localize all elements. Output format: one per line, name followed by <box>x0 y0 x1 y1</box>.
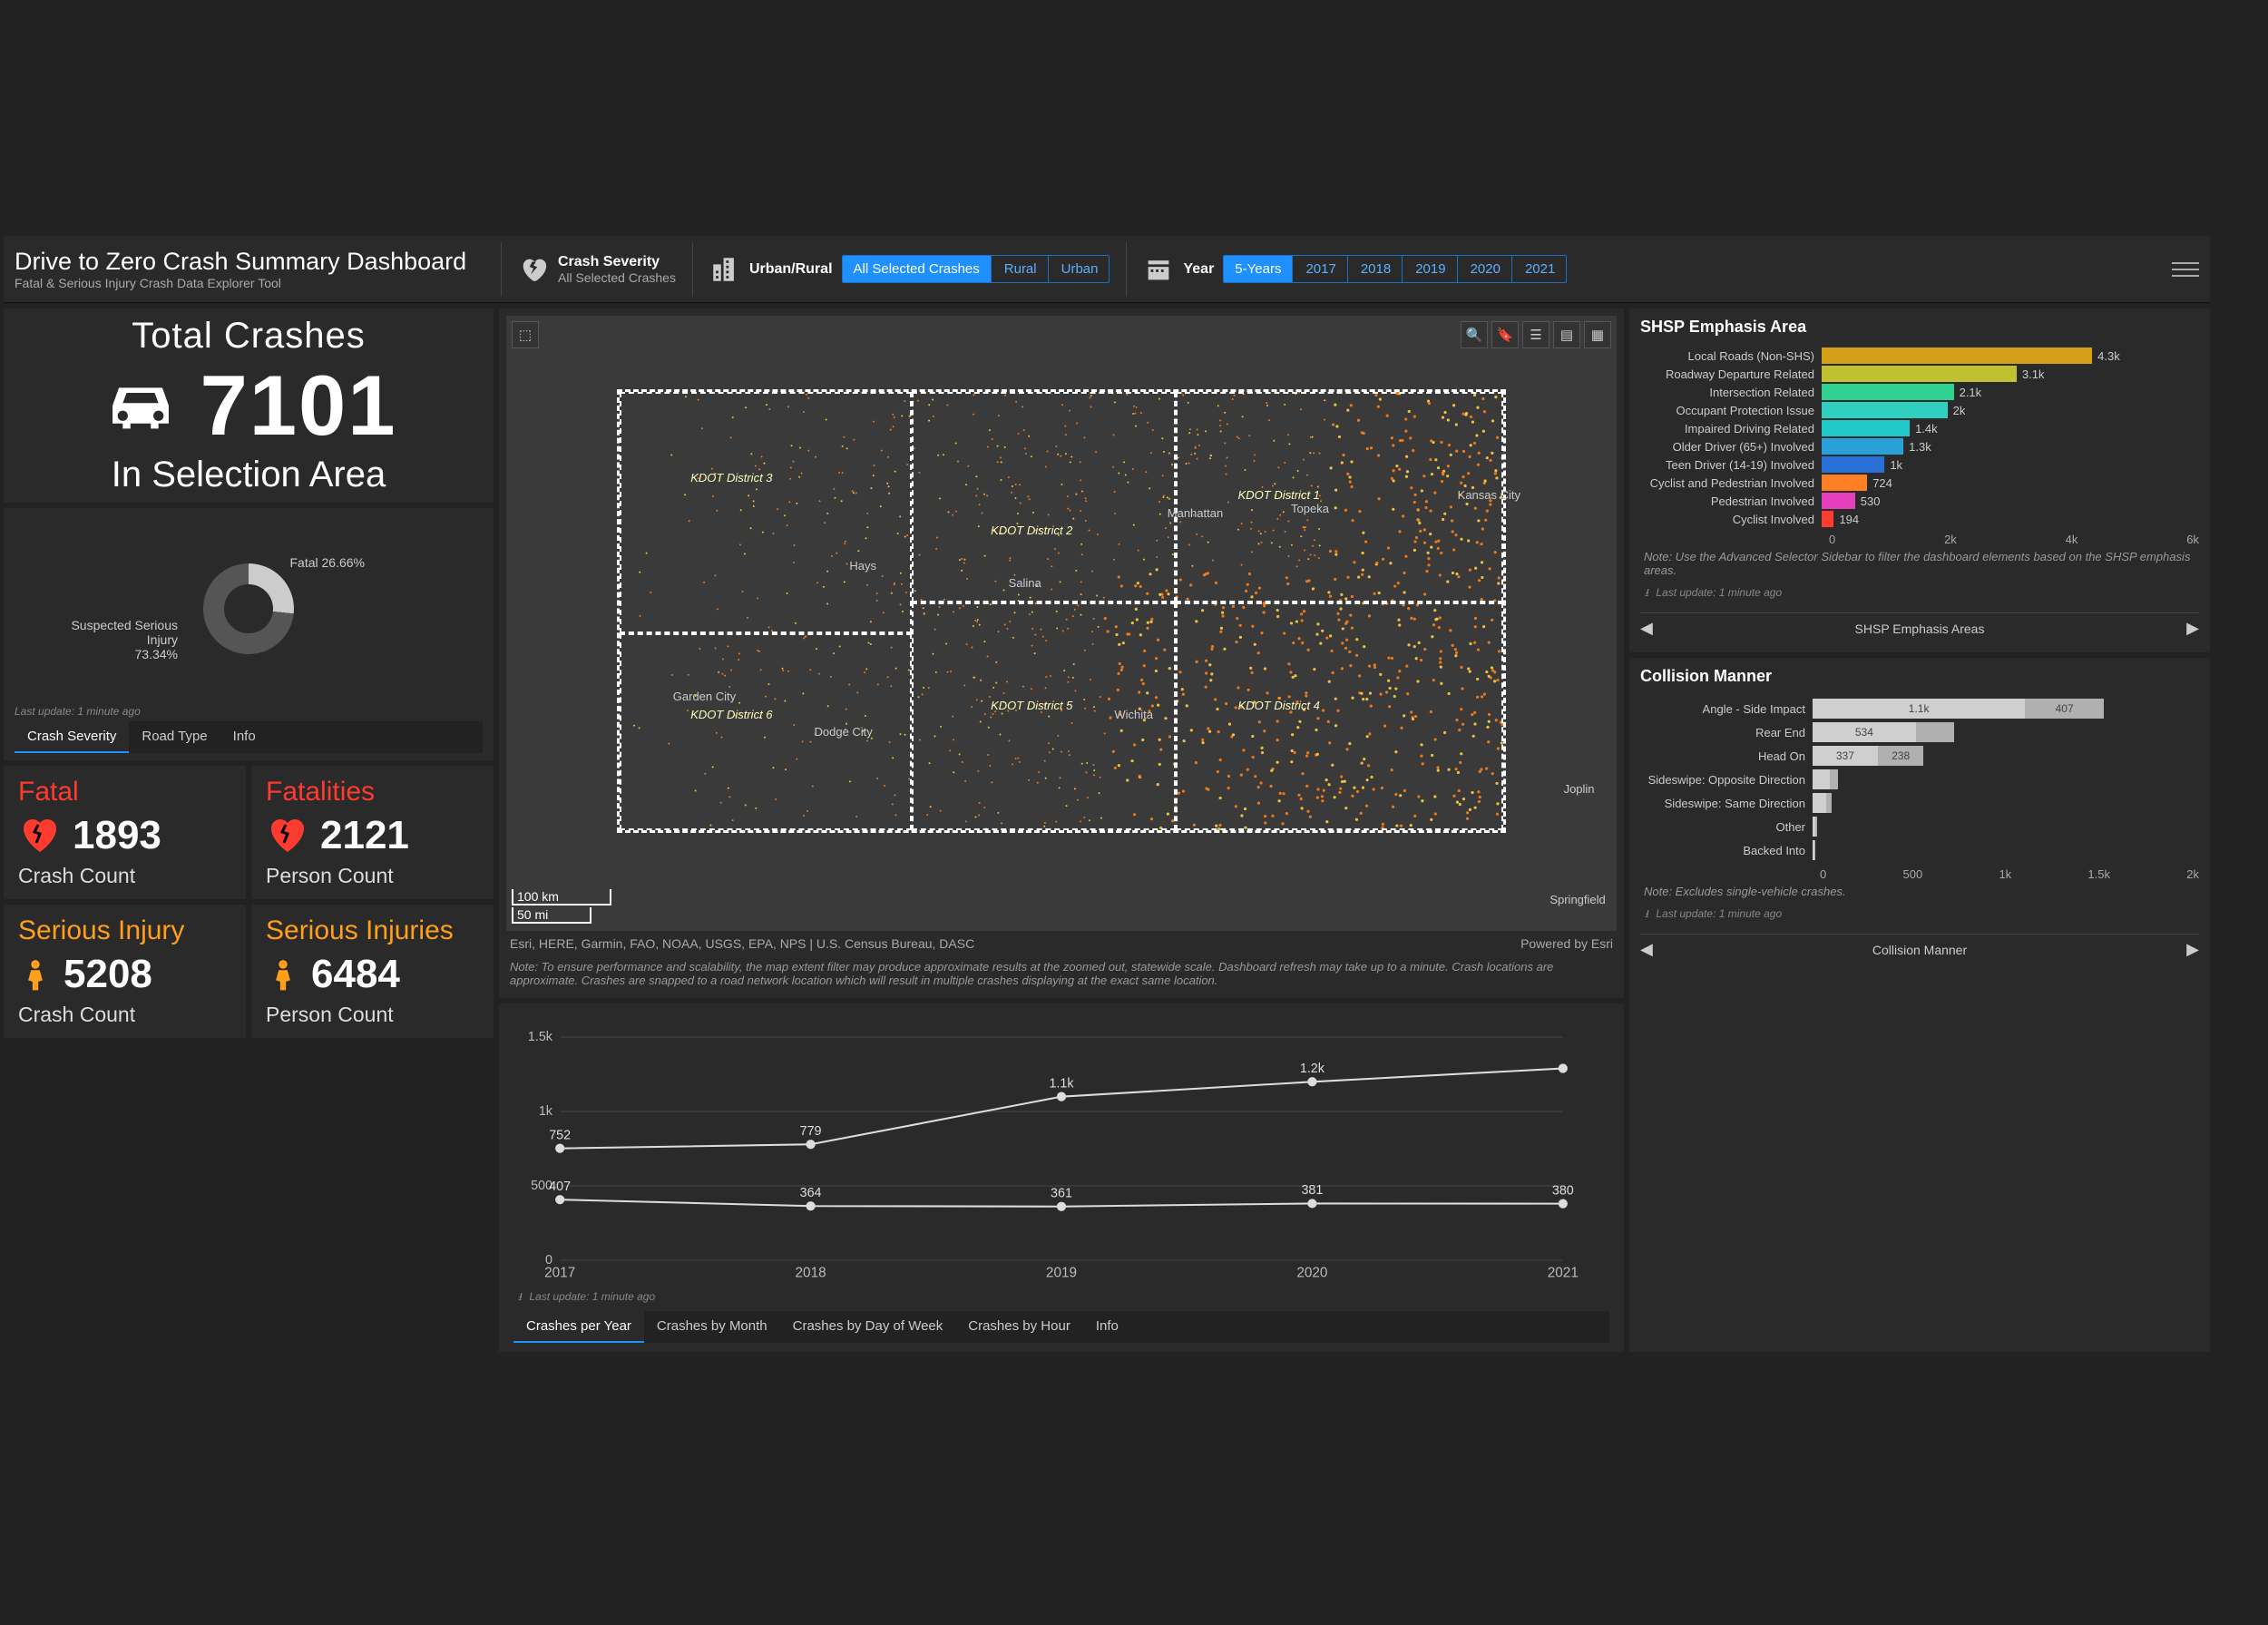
shsp-bar-chart[interactable]: Local Roads (Non-SHS) 4.3kRoadway Depart… <box>1640 346 2199 529</box>
year-label: Year <box>1183 261 1214 278</box>
svg-text:2018: 2018 <box>796 1265 826 1280</box>
collision-pager-label: Collision Manner <box>1872 943 1967 957</box>
svg-text:2021: 2021 <box>1548 1265 1579 1280</box>
year-group: Year 5-Years20172018201920202021 <box>1132 254 1578 285</box>
line-tab-crashes-by-hour[interactable]: Crashes by Hour <box>955 1311 1083 1343</box>
dashboard-subtitle: Fatal & Serious Injury Crash Data Explor… <box>15 276 495 290</box>
crash-severity-selector[interactable]: Crash Severity All Selected Crashes <box>507 254 687 285</box>
crash-severity-label: Crash Severity <box>558 254 676 270</box>
urban-rural-pill-urban[interactable]: Urban <box>1051 256 1110 282</box>
svg-text:1.2k: 1.2k <box>1300 1062 1325 1076</box>
map-note: Note: To ensure performance and scalabil… <box>506 956 1617 991</box>
svg-text:2020: 2020 <box>1296 1265 1327 1280</box>
year-pill-2020[interactable]: 2020 <box>1460 256 1512 282</box>
svg-text:2017: 2017 <box>544 1265 575 1280</box>
heart-break-icon <box>518 254 549 285</box>
person-icon <box>18 953 53 996</box>
download-icon[interactable]: ⭳ <box>1640 584 1653 603</box>
map-legend-icon[interactable]: ☰ <box>1522 321 1549 348</box>
dashboard-title: Drive to Zero Crash Summary Dashboard <box>15 248 495 276</box>
collision-panel: Collision Manner Angle - Side Impact1.1k… <box>1629 658 2210 1352</box>
left-tab-road-type[interactable]: Road Type <box>129 721 220 753</box>
collision-next-icon[interactable]: ▶ <box>2186 940 2199 959</box>
shsp-next-icon[interactable]: ▶ <box>2186 619 2199 638</box>
line-tab-info[interactable]: Info <box>1083 1311 1131 1343</box>
year-pill-5-years[interactable]: 5-Years <box>1224 256 1293 282</box>
collision-prev-icon[interactable]: ◀ <box>1640 940 1653 959</box>
svg-text:380: 380 <box>1552 1183 1574 1198</box>
donut-serious-label: Suspected Serious Injury73.34% <box>69 618 178 661</box>
title-block: Drive to Zero Crash Summary Dashboard Fa… <box>15 248 495 290</box>
total-heading: Total Crashes <box>15 316 483 357</box>
crash-map[interactable]: ⬚ 🔍 🔖 ☰ ▤ ▦ KDOT Distri <box>506 316 1617 931</box>
line-tab-crashes-per-year[interactable]: Crashes per Year <box>513 1311 644 1343</box>
line-tab-crashes-by-month[interactable]: Crashes by Month <box>644 1311 780 1343</box>
shsp-title: SHSP Emphasis Area <box>1640 318 2199 337</box>
urban-rural-pill-all-selected-crashes[interactable]: All Selected Crashes <box>843 256 992 282</box>
map-powered-by[interactable]: Powered by Esri <box>1520 936 1613 951</box>
svg-text:407: 407 <box>549 1180 571 1194</box>
shsp-pager-label: SHSP Emphasis Areas <box>1855 622 1985 636</box>
svg-text:361: 361 <box>1051 1186 1072 1200</box>
urban-rural-group: Urban/Rural All Selected CrashesRuralUrb… <box>699 254 1121 285</box>
map-attribution: Esri, HERE, Garmin, FAO, NOAA, USGS, EPA… <box>510 936 974 951</box>
left-tab-info[interactable]: Info <box>220 721 269 753</box>
car-icon <box>100 365 181 446</box>
year-pill-2017[interactable]: 2017 <box>1295 256 1347 282</box>
serious-injuries-stat: Serious Injuries 6484 Person Count <box>251 905 494 1038</box>
fatal-stat: Fatal 1893 Crash Count <box>4 766 246 899</box>
svg-text:381: 381 <box>1301 1183 1323 1198</box>
heart-icon <box>266 814 309 857</box>
urban-rural-label: Urban/Rural <box>749 261 833 278</box>
svg-text:1.1k: 1.1k <box>1049 1076 1074 1091</box>
shsp-panel: SHSP Emphasis Area Local Roads (Non-SHS)… <box>1629 308 2210 652</box>
total-value: 7101 <box>200 357 396 455</box>
crashes-per-year-chart[interactable]: 05001k1.5k7527791.1k1.2k4073643613813802… <box>513 1013 1609 1285</box>
collision-title: Collision Manner <box>1640 667 2199 686</box>
map-panel: ⬚ 🔍 🔖 ☰ ▤ ▦ KDOT Distri <box>499 308 1624 998</box>
heart-icon <box>18 814 62 857</box>
line-tab-crashes-by-day-of-week[interactable]: Crashes by Day of Week <box>780 1311 956 1343</box>
svg-text:1k: 1k <box>539 1104 553 1119</box>
map-basemap-icon[interactable]: ▦ <box>1584 321 1611 348</box>
map-layers-icon[interactable]: ▤ <box>1553 321 1580 348</box>
total-suffix: In Selection Area <box>15 455 483 495</box>
svg-text:364: 364 <box>800 1186 822 1200</box>
last-update-text: Last update: 1 minute ago <box>15 701 483 721</box>
donut-panel: Fatal 26.66% Suspected Serious Injury73.… <box>4 508 494 760</box>
select-tool-icon[interactable]: ⬚ <box>512 321 539 348</box>
map-scale: 100 km 50 mi <box>512 889 611 925</box>
map-search-icon[interactable]: 🔍 <box>1461 321 1488 348</box>
year-pill-2019[interactable]: 2019 <box>1404 256 1457 282</box>
state-outline: KDOT District 3 KDOT District 2 KDOT Dis… <box>617 389 1505 832</box>
crashes-per-year-panel: 05001k1.5k7527791.1k1.2k4073643613813802… <box>499 1003 1624 1352</box>
svg-text:1.5k: 1.5k <box>528 1030 553 1044</box>
shsp-prev-icon[interactable]: ◀ <box>1640 619 1653 638</box>
year-pill-2021[interactable]: 2021 <box>1514 256 1566 282</box>
urban-rural-pill-rural[interactable]: Rural <box>993 256 1049 282</box>
download-icon[interactable]: ⭳ <box>513 1288 526 1307</box>
severity-donut-chart[interactable] <box>203 563 294 654</box>
download-icon[interactable]: ⭳ <box>1640 905 1653 925</box>
fatalities-stat: Fatalities 2121 Person Count <box>251 766 494 899</box>
donut-fatal-label: Fatal 26.66% <box>290 555 366 570</box>
svg-text:779: 779 <box>800 1124 822 1139</box>
header-bar: Drive to Zero Crash Summary Dashboard Fa… <box>4 236 2210 303</box>
left-tab-crash-severity[interactable]: Crash Severity <box>15 721 129 753</box>
menu-icon[interactable] <box>2172 262 2199 277</box>
collision-bar-chart[interactable]: Angle - Side Impact1.1k407Rear End534Hea… <box>1640 695 2199 864</box>
collision-note: Note: Excludes single-vehicle crashes. <box>1640 881 2199 902</box>
crash-severity-value: All Selected Crashes <box>558 270 676 285</box>
calendar-icon <box>1143 254 1174 285</box>
person-icon <box>266 953 300 996</box>
shsp-note: Note: Use the Advanced Selector Sidebar … <box>1640 546 2199 581</box>
serious-injury-stat: Serious Injury 5208 Crash Count <box>4 905 246 1038</box>
buildings-icon <box>709 254 740 285</box>
svg-text:752: 752 <box>549 1128 571 1142</box>
year-pill-2018[interactable]: 2018 <box>1350 256 1403 282</box>
svg-text:2019: 2019 <box>1046 1265 1077 1280</box>
fatal-title: Fatal <box>18 777 231 808</box>
total-crashes-panel: Total Crashes 7101 In Selection Area <box>4 308 494 503</box>
map-bookmark-icon[interactable]: 🔖 <box>1491 321 1519 348</box>
